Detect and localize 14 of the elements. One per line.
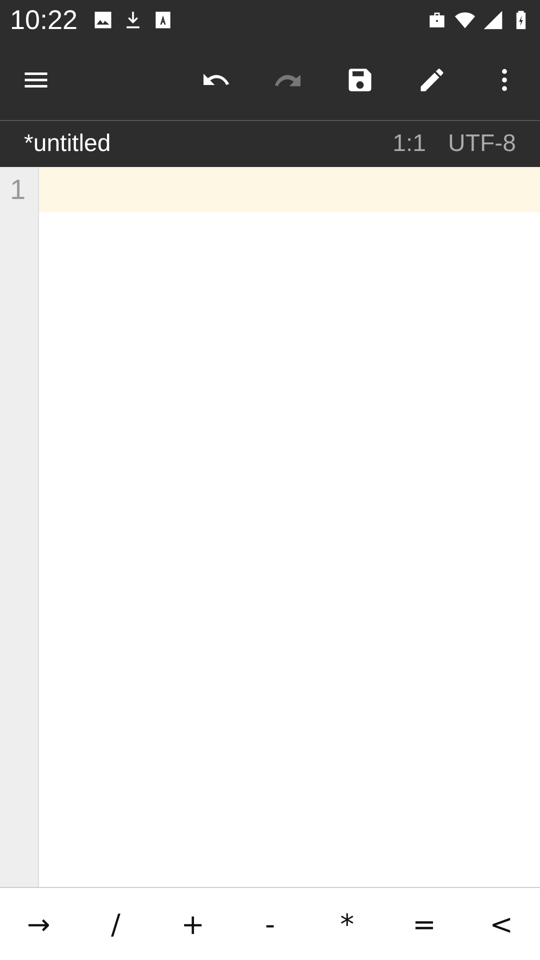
symbol-key[interactable]: /	[77, 888, 154, 960]
symbol-key[interactable]: *	[308, 888, 386, 960]
symbol-key[interactable]: =	[386, 888, 463, 960]
signal-icon	[482, 9, 504, 31]
symbol-key[interactable]: +	[154, 888, 232, 960]
clock-time: 10:22	[10, 4, 78, 36]
cursor-position: 1:1	[392, 130, 426, 158]
encoding-label: UTF-8	[448, 130, 516, 158]
symbol-key[interactable]: →	[0, 888, 78, 960]
symbol-key[interactable]: -	[231, 888, 309, 960]
line-number: 1	[9, 173, 27, 207]
file-name: *untitled	[24, 130, 111, 158]
more-icon	[502, 69, 506, 91]
symbol-key[interactable]: <	[462, 888, 540, 960]
